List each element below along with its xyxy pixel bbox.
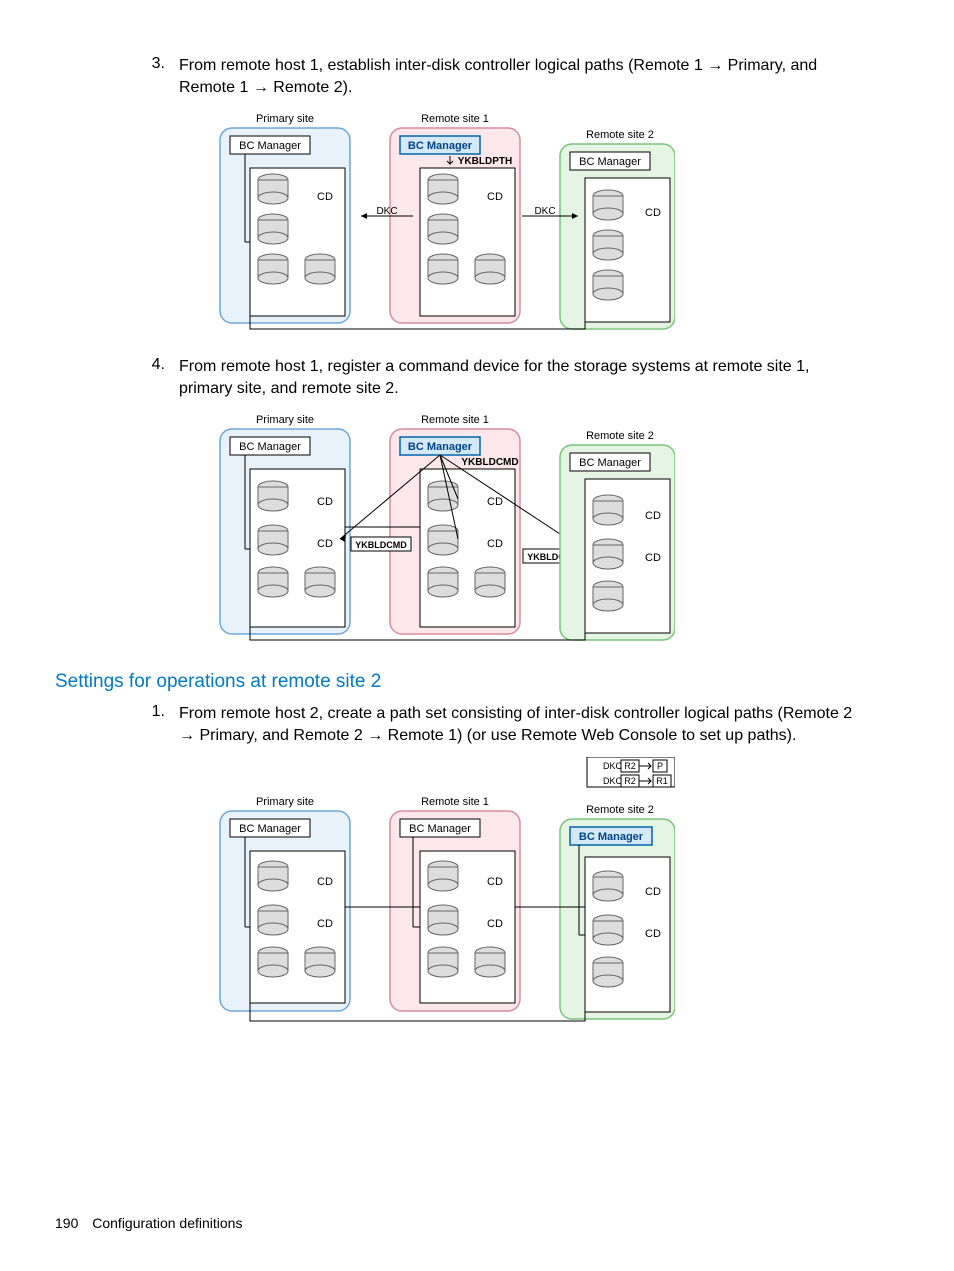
- step-text: From remote host 1, establish inter-disk…: [179, 55, 904, 98]
- step-number: 1.: [135, 703, 165, 746]
- svg-text:R2: R2: [624, 776, 636, 786]
- page-footer: 190 Configuration definitions: [55, 1215, 242, 1231]
- footer-title: Configuration definitions: [92, 1215, 242, 1231]
- svg-text:CD: CD: [645, 510, 661, 522]
- svg-text:DKC: DKC: [603, 761, 623, 771]
- svg-text:BC Manager: BC Manager: [239, 823, 301, 835]
- svg-text:CD: CD: [487, 538, 503, 550]
- svg-text:DKC: DKC: [603, 776, 623, 786]
- diagram-remote2: DKC R2 P DKC R2 R1 Primary site BC Manag…: [165, 757, 904, 1030]
- svg-text:CD: CD: [645, 928, 661, 940]
- svg-text:CD: CD: [487, 876, 503, 888]
- svg-text:R1: R1: [656, 776, 668, 786]
- svg-text:BC Manager: BC Manager: [408, 140, 473, 152]
- step-4: 4. From remote host 1, register a comman…: [55, 356, 904, 399]
- svg-text:CD: CD: [317, 876, 333, 888]
- svg-text:Primary site: Primary site: [256, 113, 314, 125]
- svg-text:Remote site 2: Remote site 2: [586, 430, 654, 442]
- svg-text:CD: CD: [645, 886, 661, 898]
- svg-text:CD: CD: [487, 496, 503, 508]
- svg-text:DKC: DKC: [534, 206, 555, 217]
- svg-text:Remote site 1: Remote site 1: [421, 414, 489, 426]
- step-text: From remote host 2, create a path set co…: [179, 703, 904, 746]
- svg-text:Remote site 1: Remote site 1: [421, 796, 489, 808]
- diagram-step4: Primary site BC Manager CD CD Remote sit…: [165, 409, 904, 649]
- svg-text:BC Manager: BC Manager: [239, 140, 301, 152]
- svg-text:BC Manager: BC Manager: [579, 831, 644, 843]
- svg-text:Remote site 1: Remote site 1: [421, 113, 489, 125]
- diagram-svg: DKC R2 P DKC R2 R1 Primary site BC Manag…: [165, 757, 675, 1025]
- disk-icon: [258, 174, 288, 204]
- svg-text:Remote site 2: Remote site 2: [586, 804, 654, 816]
- svg-text:CD: CD: [317, 496, 333, 508]
- step-number: 3.: [135, 55, 165, 98]
- svg-text:CD: CD: [487, 918, 503, 930]
- svg-text:YKBLDCMD: YKBLDCMD: [355, 540, 407, 550]
- page-number: 190: [55, 1215, 78, 1231]
- step-r1: 1. From remote host 2, create a path set…: [55, 703, 904, 746]
- diagram-svg: Primary site BC Manager CD CD Remote sit…: [165, 409, 675, 644]
- svg-text:Primary site: Primary site: [256, 414, 314, 426]
- diagram-svg: Primary site BC Manager CD Remote site 1…: [165, 108, 675, 333]
- svg-text:Remote site 2: Remote site 2: [586, 129, 654, 141]
- step-3: 3. From remote host 1, establish inter-d…: [55, 55, 904, 98]
- svg-text:R2: R2: [624, 761, 636, 771]
- svg-text:BC Manager: BC Manager: [579, 156, 641, 168]
- svg-text:CD: CD: [317, 918, 333, 930]
- svg-text:BC Manager: BC Manager: [579, 457, 641, 469]
- svg-text:CD: CD: [645, 552, 661, 564]
- svg-text:CD: CD: [487, 191, 503, 203]
- svg-text:CD: CD: [317, 538, 333, 550]
- svg-text:BC Manager: BC Manager: [408, 441, 473, 453]
- svg-text:YKBLDCMD: YKBLDCMD: [461, 457, 518, 468]
- svg-text:DKC: DKC: [376, 206, 397, 217]
- diagram-step3: Primary site BC Manager CD Remote site 1…: [165, 108, 904, 338]
- svg-text:CD: CD: [317, 191, 333, 203]
- step-text: From remote host 1, register a command d…: [179, 356, 904, 399]
- svg-text:Primary site: Primary site: [256, 796, 314, 808]
- section-heading: Settings for operations at remote site 2: [55, 671, 904, 693]
- svg-text:P: P: [657, 761, 663, 771]
- step-number: 4.: [135, 356, 165, 399]
- svg-text:BC Manager: BC Manager: [409, 823, 471, 835]
- svg-text:BC Manager: BC Manager: [239, 441, 301, 453]
- svg-text:CD: CD: [645, 207, 661, 219]
- svg-text:YKBLDPTH: YKBLDPTH: [458, 156, 512, 167]
